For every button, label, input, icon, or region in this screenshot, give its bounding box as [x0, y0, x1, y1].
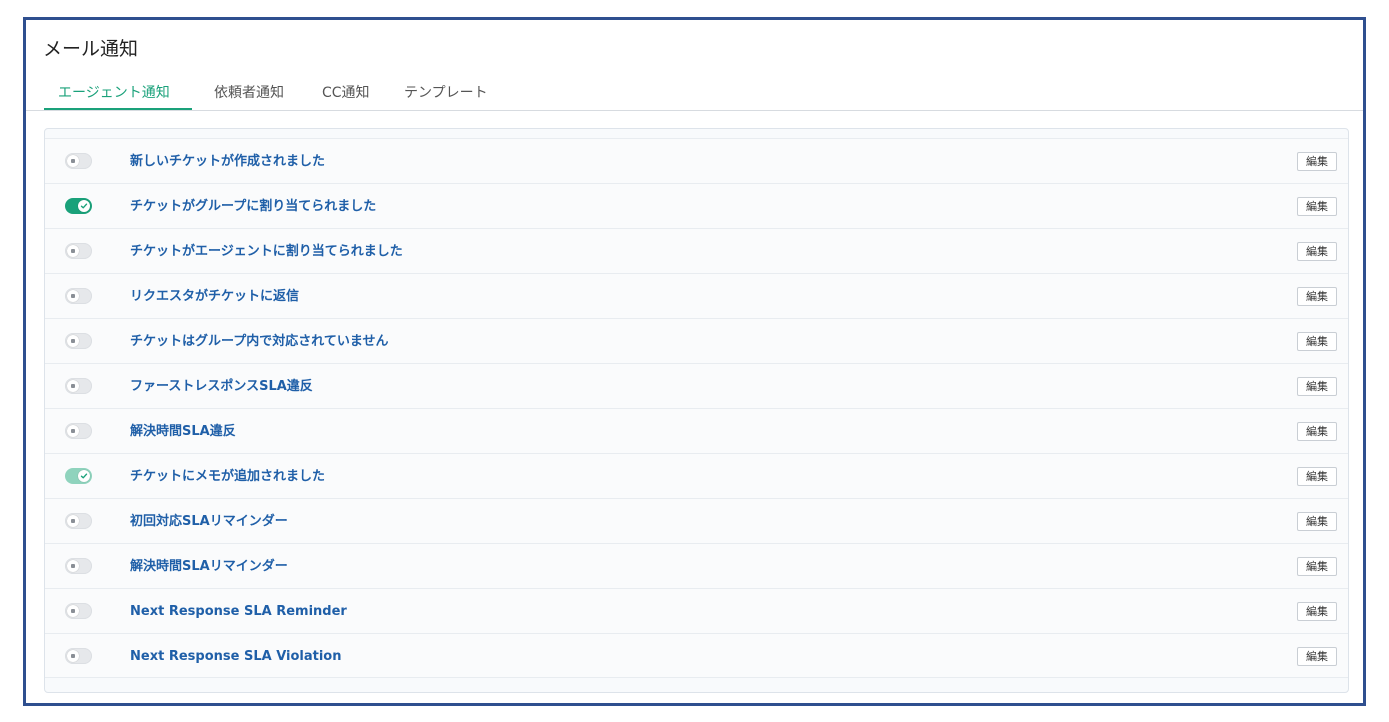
- notification-row: 解決時間SLA違反 編集: [45, 408, 1348, 453]
- notification-label[interactable]: チケットにメモが追加されました: [130, 454, 325, 499]
- toggle-off-icon: [71, 249, 75, 253]
- notification-toggle[interactable]: [65, 558, 92, 574]
- notification-row: Next Response SLA Reminder 編集: [45, 588, 1348, 633]
- notification-row: チケットがグループに割り当てられました 編集: [45, 183, 1348, 228]
- edit-button[interactable]: 編集: [1297, 242, 1337, 261]
- toggle-knob: [67, 335, 79, 347]
- check-icon: [80, 473, 88, 479]
- toggle-knob: [67, 245, 79, 257]
- notification-label[interactable]: 解決時間SLA違反: [130, 409, 236, 454]
- notification-row: ファーストレスポンスSLA違反 編集: [45, 363, 1348, 408]
- notification-label[interactable]: ファーストレスポンスSLA違反: [130, 364, 313, 409]
- check-icon: [80, 203, 88, 209]
- notification-row: チケットにメモが追加されました 編集: [45, 453, 1348, 498]
- notification-toggle[interactable]: [65, 243, 92, 259]
- notification-row: 初回対応SLAリマインダー 編集: [45, 498, 1348, 543]
- notification-label[interactable]: Next Response SLA Violation: [130, 634, 342, 679]
- notification-toggle[interactable]: [65, 423, 92, 439]
- toggle-knob: [67, 425, 79, 437]
- notification-row: 新しいチケットが作成されました 編集: [45, 138, 1348, 183]
- notification-label[interactable]: Next Response SLA Reminder: [130, 589, 347, 634]
- notification-label[interactable]: 新しいチケットが作成されました: [130, 139, 325, 184]
- edit-button[interactable]: 編集: [1297, 422, 1337, 441]
- tab-cc-notifications[interactable]: CC通知: [322, 82, 370, 110]
- toggle-knob: [67, 155, 79, 167]
- tab-requester-notifications[interactable]: 依頼者通知: [214, 82, 284, 110]
- toggle-off-icon: [71, 609, 75, 613]
- edit-button[interactable]: 編集: [1297, 377, 1337, 396]
- notification-row: チケットがエージェントに割り当てられました 編集: [45, 228, 1348, 273]
- notification-label[interactable]: チケットがグループに割り当てられました: [130, 184, 376, 229]
- notification-toggle[interactable]: [65, 198, 92, 214]
- notifications-panel: 新しいチケットが作成されました 編集 チケットがグループに割り当てられました 編集 チケ…: [44, 128, 1349, 693]
- notification-label[interactable]: 初回対応SLAリマインダー: [130, 499, 288, 544]
- toggle-off-icon: [71, 294, 75, 298]
- notification-row: 解決時間SLAリマインダー 編集: [45, 543, 1348, 588]
- notification-toggle[interactable]: [65, 603, 92, 619]
- toggle-off-icon: [71, 564, 75, 568]
- notification-toggle[interactable]: [65, 378, 92, 394]
- toggle-knob: [67, 290, 79, 302]
- notification-label[interactable]: リクエスタがチケットに返信: [130, 274, 299, 319]
- toggle-off-icon: [71, 654, 75, 658]
- toggle-knob: [78, 200, 90, 212]
- notification-row: チケットはグループ内で対応されていません 編集: [45, 318, 1348, 363]
- notification-toggle[interactable]: [65, 153, 92, 169]
- notification-toggle[interactable]: [65, 333, 92, 349]
- toggle-off-icon: [71, 519, 75, 523]
- notification-toggle[interactable]: [65, 468, 92, 484]
- toggle-knob: [67, 380, 79, 392]
- tab-templates[interactable]: テンプレート: [404, 82, 488, 110]
- notification-toggle[interactable]: [65, 288, 92, 304]
- notification-settings-frame: メール通知 エージェント通知 依頼者通知 CC通知 テンプレート 新しいチケット…: [23, 17, 1366, 706]
- edit-button[interactable]: 編集: [1297, 197, 1337, 216]
- toggle-knob: [67, 515, 79, 527]
- notification-label[interactable]: チケットはグループ内で対応されていません: [130, 319, 388, 364]
- notification-row: リクエスタがチケットに返信 編集: [45, 273, 1348, 318]
- toggle-off-icon: [71, 159, 75, 163]
- edit-button[interactable]: 編集: [1297, 332, 1337, 351]
- edit-button[interactable]: 編集: [1297, 467, 1337, 486]
- toggle-off-icon: [71, 384, 75, 388]
- toggle-knob: [78, 470, 90, 482]
- notification-toggle[interactable]: [65, 648, 92, 664]
- toggle-knob: [67, 650, 79, 662]
- edit-button[interactable]: 編集: [1297, 152, 1337, 171]
- toggle-off-icon: [71, 339, 75, 343]
- tab-agent-notifications[interactable]: エージェント通知: [44, 82, 192, 110]
- toggle-knob: [67, 605, 79, 617]
- edit-button[interactable]: 編集: [1297, 512, 1337, 531]
- notification-label[interactable]: チケットがエージェントに割り当てられました: [130, 229, 403, 274]
- edit-button[interactable]: 編集: [1297, 647, 1337, 666]
- page-title: メール通知: [43, 38, 139, 60]
- edit-button[interactable]: 編集: [1297, 287, 1337, 306]
- edit-button[interactable]: 編集: [1297, 557, 1337, 576]
- notification-list: 新しいチケットが作成されました 編集 チケットがグループに割り当てられました 編集 チケ…: [45, 138, 1348, 678]
- notification-row: Next Response SLA Violation 編集: [45, 633, 1348, 678]
- tab-bar: エージェント通知 依頼者通知 CC通知 テンプレート: [26, 76, 1363, 111]
- toggle-knob: [67, 560, 79, 572]
- notification-label[interactable]: 解決時間SLAリマインダー: [130, 544, 288, 589]
- notification-toggle[interactable]: [65, 513, 92, 529]
- edit-button[interactable]: 編集: [1297, 602, 1337, 621]
- toggle-off-icon: [71, 429, 75, 433]
